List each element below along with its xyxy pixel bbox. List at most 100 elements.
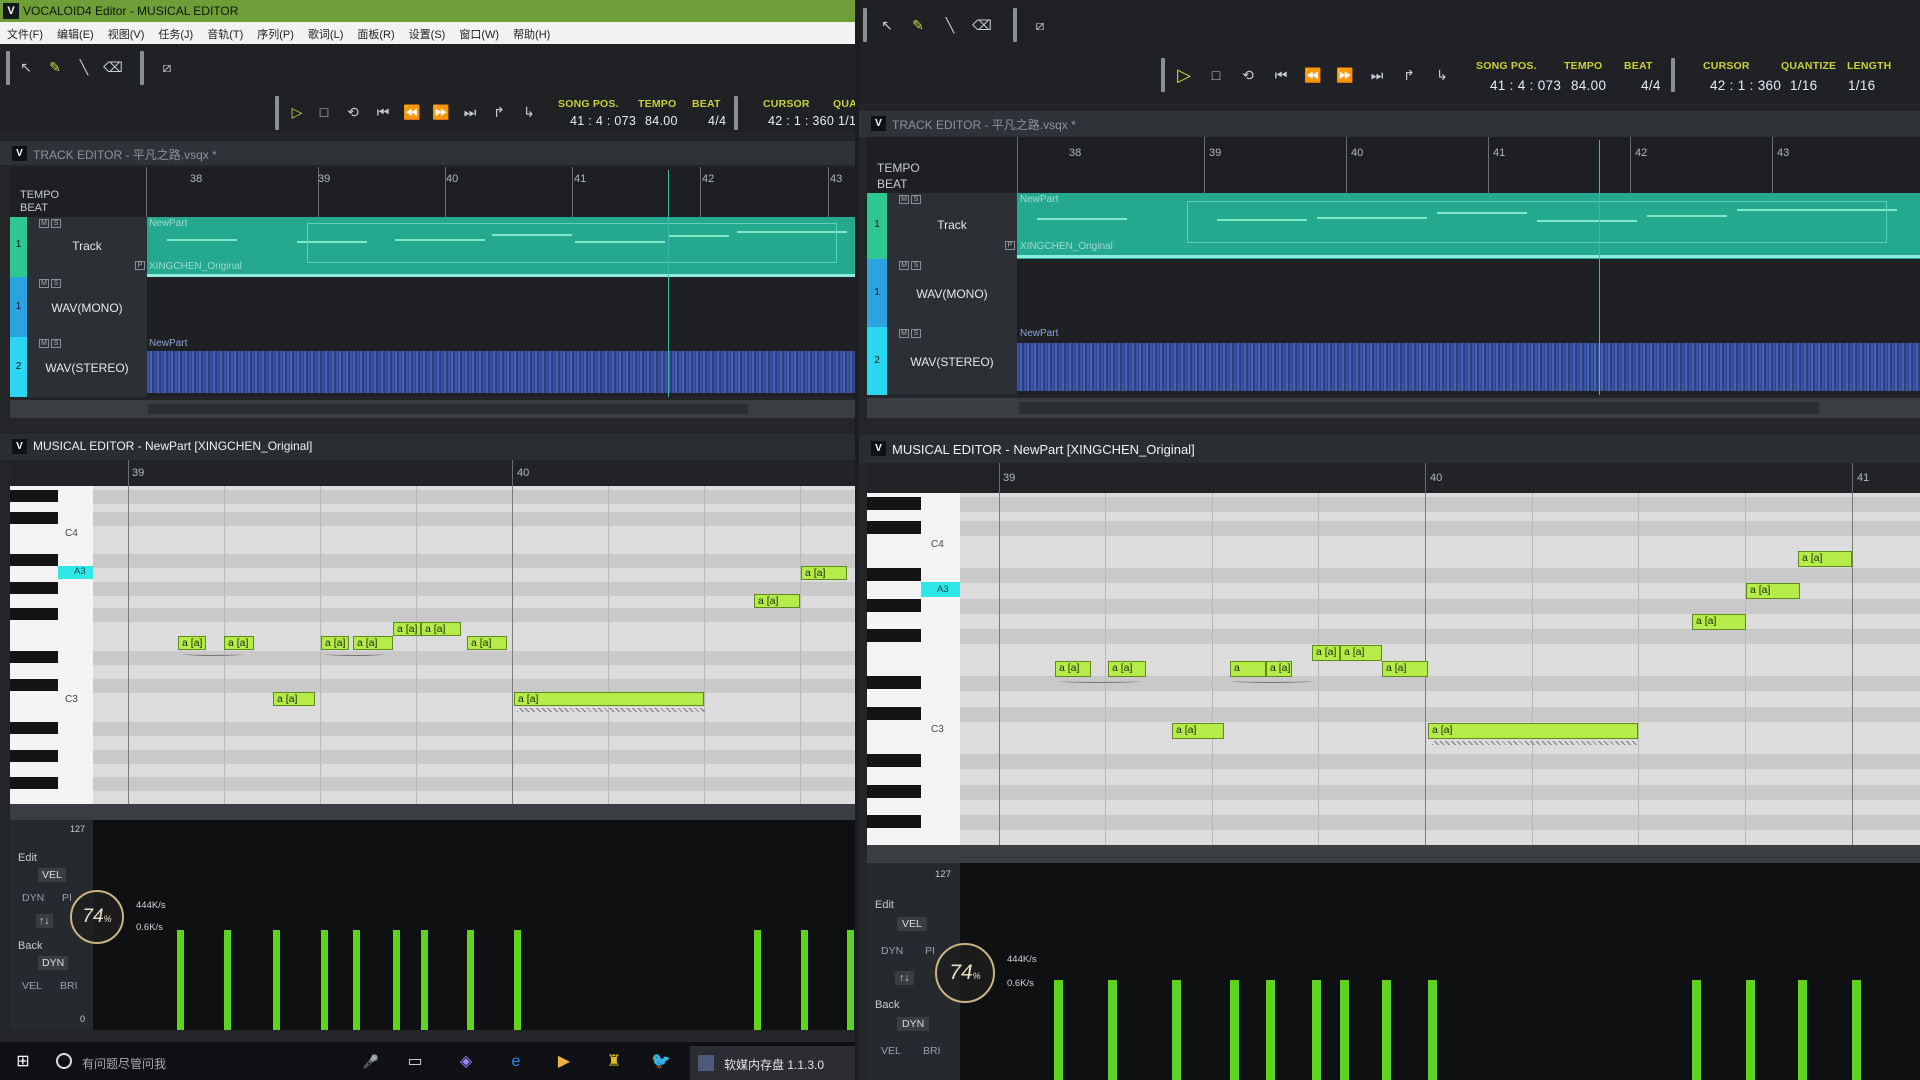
eraser-tool-icon[interactable]: ⌫	[102, 56, 124, 78]
toolbar-grip[interactable]	[140, 51, 144, 85]
tempo-value[interactable]: 84.00	[1571, 78, 1606, 93]
metronome-icon[interactable]: ↱	[1398, 64, 1420, 86]
pit-tab[interactable]: PI	[62, 892, 72, 904]
beat-value[interactable]: 4/4	[1641, 78, 1661, 93]
menu-job[interactable]: 任务(J)	[151, 22, 200, 44]
vibrato-tool-icon[interactable]: ⧄	[1029, 14, 1051, 36]
quantize-value[interactable]: 1/1	[838, 114, 855, 128]
app-icon-yellow[interactable]: ♜	[603, 1051, 625, 1073]
pencil-tool-icon[interactable]: ✎	[907, 14, 929, 36]
solo-button[interactable]: S	[51, 219, 61, 228]
menu-edit[interactable]: 编辑(E)	[50, 22, 101, 44]
swap-button[interactable]: ↑↓	[36, 914, 53, 928]
edit-select[interactable]: VEL	[38, 868, 66, 882]
track-ruler[interactable]: TEMPO BEAT 38 39 40 41 42 43	[10, 167, 855, 217]
note[interactable]: a [a]	[1172, 723, 1224, 739]
mute-button[interactable]: M	[39, 279, 49, 288]
mute-button[interactable]: M	[899, 329, 909, 338]
back-select[interactable]: DYN	[897, 1017, 930, 1031]
note[interactable]: a [a]	[1312, 645, 1340, 661]
active-task-button[interactable]: 软媒内存盘 1.1.3.0	[690, 1046, 855, 1080]
track-row[interactable]: 1 MS WAV(MONO)	[867, 259, 1920, 327]
solo-button[interactable]: S	[911, 329, 921, 338]
menu-help[interactable]: 帮助(H)	[506, 22, 557, 44]
quantize-select[interactable]: 1/16	[1790, 78, 1817, 93]
note[interactable]: a [a]	[178, 636, 206, 650]
line-tool-icon[interactable]: ╲	[939, 14, 961, 36]
task-view-icon[interactable]: ▭	[404, 1051, 426, 1073]
pointer-tool-icon[interactable]: ↖	[15, 56, 37, 78]
note[interactable]: a [a]	[1055, 661, 1091, 677]
vibrato-tool-icon[interactable]: ⧄	[156, 56, 178, 78]
fast-forward-icon[interactable]: ⏩	[1334, 64, 1356, 86]
note[interactable]: a [a]	[1428, 723, 1638, 739]
vel-tab[interactable]: VEL	[22, 980, 42, 992]
transport-grip[interactable]	[1161, 58, 1165, 92]
go-start-icon[interactable]: ⏮	[1270, 64, 1292, 86]
note[interactable]: a [a]	[224, 636, 254, 650]
note[interactable]: a [a]	[1798, 551, 1852, 567]
vel-tab[interactable]: VEL	[881, 1045, 901, 1057]
velocity-lane[interactable]	[960, 863, 1920, 1080]
stereo-waveform[interactable]	[147, 351, 855, 393]
go-start-icon[interactable]: ⏮	[372, 101, 394, 123]
line-tool-icon[interactable]: ╲	[73, 56, 95, 78]
piano-roll-grid[interactable]: a [a] a [a] a [a] a a [a] a [a] a [a] a …	[960, 493, 1920, 845]
rewind-icon[interactable]: ⏪	[1302, 64, 1324, 86]
menu-window[interactable]: 窗口(W)	[452, 22, 506, 44]
menu-file[interactable]: 文件(F)	[0, 22, 50, 44]
mute-button[interactable]: M	[899, 261, 909, 270]
piano-roll-scrollbar[interactable]	[10, 804, 855, 820]
note-ruler[interactable]: 39 40	[10, 460, 855, 486]
velocity-lane[interactable]	[93, 820, 855, 1030]
mute-button[interactable]: M	[899, 195, 909, 204]
swap-button[interactable]: ↑↓	[895, 971, 914, 985]
mute-button[interactable]: M	[39, 339, 49, 348]
note[interactable]: a [a]	[393, 622, 421, 636]
vocal-part[interactable]: NewPart XINGCHEN_Original	[1017, 193, 1920, 259]
note[interactable]: a [a]	[754, 594, 800, 608]
solo-button[interactable]: S	[51, 339, 61, 348]
length-select[interactable]: 1/16	[1848, 78, 1875, 93]
menu-panel[interactable]: 面板(R)	[350, 22, 401, 44]
piano-roll-scrollbar[interactable]	[867, 845, 1920, 863]
windows-start-icon[interactable]: ⊞	[12, 1051, 34, 1073]
piano-keyboard[interactable]: C4 A3 C3	[10, 486, 93, 804]
note[interactable]: a [a]	[321, 636, 349, 650]
stereo-waveform[interactable]	[1017, 343, 1920, 391]
cpu-gauge[interactable]: 74%	[70, 890, 124, 944]
loop-icon[interactable]: ⟲	[1237, 64, 1259, 86]
track-row[interactable]: 2 MS WAV(STEREO) NewPart	[867, 327, 1920, 395]
menu-lyrics[interactable]: 歌词(L)	[301, 22, 350, 44]
play-icon[interactable]: ▷	[286, 101, 308, 123]
bri-tab[interactable]: BRI	[60, 980, 78, 992]
note[interactable]: a [a]	[1108, 661, 1146, 677]
vocal-part[interactable]: NewPart XINGCHEN_Original	[147, 217, 855, 277]
piano-roll-grid[interactable]: a [a] a [a] a [a] a [a] a [a] a [a] a [a…	[93, 486, 855, 804]
transport-grip[interactable]	[734, 96, 738, 130]
metronome-icon[interactable]: ↱	[488, 101, 510, 123]
part-button[interactable]: P	[135, 261, 145, 270]
note[interactable]: a	[1230, 661, 1266, 677]
cortana-search[interactable]: 有问题尽管问我	[56, 1050, 366, 1074]
back-select[interactable]: DYN	[38, 956, 69, 970]
track-row[interactable]: 1 MS WAV(MONO)	[10, 277, 855, 337]
track-row[interactable]: 1 MS Track P NewPart XINGCHEN_Original	[10, 217, 855, 277]
menu-track[interactable]: 音轨(T)	[200, 22, 250, 44]
horizontal-scrollbar[interactable]	[10, 400, 855, 418]
note[interactable]: a [a]	[273, 692, 315, 706]
dyn-tab[interactable]: DYN	[881, 945, 903, 957]
eraser-tool-icon[interactable]: ⌫	[971, 14, 993, 36]
note[interactable]: a [a]	[1266, 661, 1292, 677]
cpu-gauge[interactable]: 74%	[935, 943, 995, 1003]
toolbar-grip[interactable]	[6, 51, 10, 85]
edge-browser-icon[interactable]: e	[505, 1051, 527, 1073]
note[interactable]: a [a]	[1382, 661, 1428, 677]
auto-scroll-icon[interactable]: ↳	[1431, 64, 1453, 86]
go-end-icon[interactable]: ⏭	[459, 101, 481, 123]
app-icon-purple[interactable]: ◈	[455, 1051, 477, 1073]
track-ruler[interactable]: TEMPO BEAT 38 39 40 41 42 43	[867, 137, 1920, 193]
note[interactable]: a [a]	[1340, 645, 1382, 661]
menu-settings[interactable]: 设置(S)	[402, 22, 453, 44]
rewind-icon[interactable]: ⏪	[401, 101, 423, 123]
